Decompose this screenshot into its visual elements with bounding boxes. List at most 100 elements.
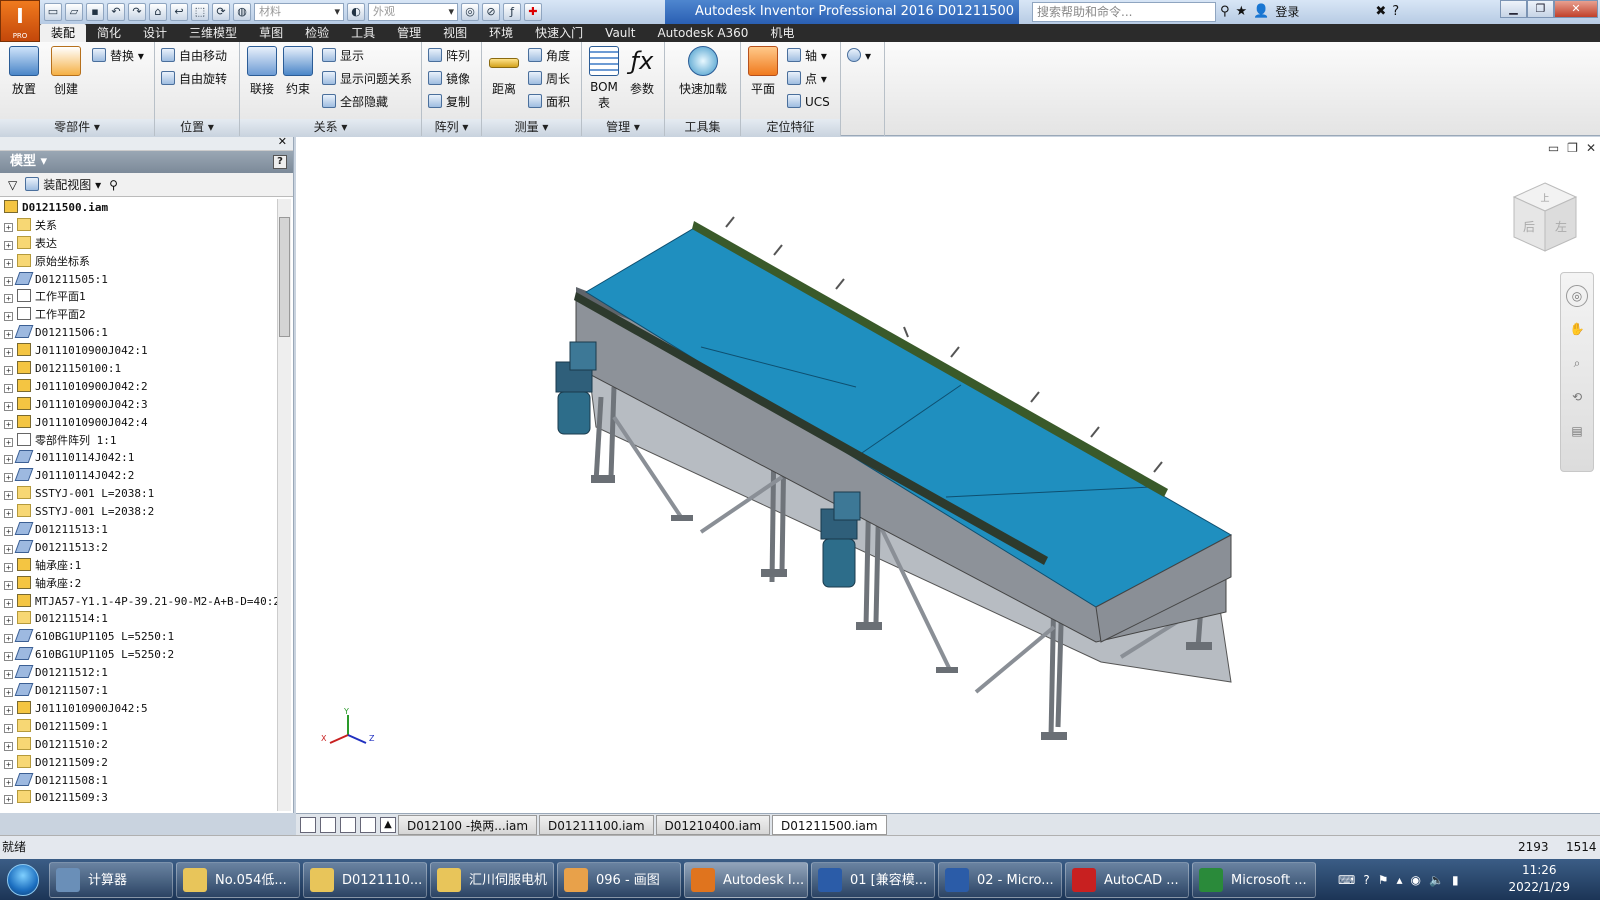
tree-node[interactable]: + J0111010900J042:5 xyxy=(0,700,278,718)
browser-close-icon[interactable]: ✕ xyxy=(278,135,287,148)
tree-node[interactable]: + J0111010900J042:4 xyxy=(0,414,278,432)
plane-button[interactable]: 平面 xyxy=(743,46,783,97)
expand-icon[interactable]: + xyxy=(4,509,13,519)
expand-icon[interactable]: + xyxy=(4,616,13,626)
join-button[interactable]: 联接 xyxy=(242,46,282,97)
show-hidden-icon[interactable]: ▴ xyxy=(1396,873,1402,887)
tree-node[interactable]: + D01211512:1 xyxy=(0,664,278,682)
app-menu-button[interactable]: I PRO xyxy=(0,0,40,42)
replace-button[interactable]: 替换 ▾ xyxy=(92,46,144,66)
binoculars-icon[interactable]: ⚲ xyxy=(1220,4,1230,19)
create-button[interactable]: 创建 xyxy=(46,46,86,97)
taskbar-item-8[interactable]: AutoCAD ... xyxy=(1065,861,1189,898)
show-problem-button[interactable]: 显示问题关系 xyxy=(322,69,412,89)
axis-button[interactable]: 轴 ▾ xyxy=(787,46,827,66)
expand-icon[interactable]: + xyxy=(4,312,13,322)
point-button[interactable]: 点 ▾ xyxy=(787,69,827,89)
expand-icon[interactable]: + xyxy=(4,759,13,769)
tab-5[interactable]: 检验 xyxy=(294,24,340,42)
taskbar-item-2[interactable]: D0121110... xyxy=(303,861,427,898)
exchange-icon[interactable]: ✖ xyxy=(1375,4,1386,19)
taskbar-item-1[interactable]: No.054低... xyxy=(176,861,300,898)
tab-12[interactable]: Autodesk A360 xyxy=(646,24,759,42)
taskbar-item-9[interactable]: Microsoft ... xyxy=(1192,861,1316,898)
expand-icon[interactable]: + xyxy=(4,276,13,286)
doc-tab-0[interactable]: D012100 -换两...iam xyxy=(398,814,538,835)
assembly-view-select[interactable]: 装配视图 ▾ xyxy=(25,176,101,193)
tree-node[interactable]: + D0121150100:1 xyxy=(0,360,278,378)
tab-0[interactable]: 装配 xyxy=(40,24,87,42)
help-search-input[interactable]: 搜索帮助和命令... xyxy=(1032,2,1216,22)
expand-icon[interactable]: + xyxy=(4,294,13,304)
tree-node[interactable]: + 轴承座:2 xyxy=(0,575,278,593)
tools-panel-label[interactable]: 工具集 xyxy=(665,119,740,136)
undo-icon[interactable]: ↶ xyxy=(107,3,125,21)
graphics-window[interactable]: ▭ ❐ ✕ 上 后 左 ◎ ✋ ⌕ ⟲ ▤ Y X Z xyxy=(296,137,1600,813)
volume-icon[interactable]: 🔈 xyxy=(1429,873,1444,887)
tree-node[interactable]: + J01110114J042:2 xyxy=(0,467,278,485)
tab-7[interactable]: 管理 xyxy=(386,24,432,42)
tree-node[interactable]: +610BG1UP1105 L=5250:2 xyxy=(0,646,278,664)
expand-icon[interactable]: + xyxy=(4,741,13,751)
tab-6[interactable]: 工具 xyxy=(340,24,386,42)
appearance-icon[interactable]: ◐ xyxy=(347,3,365,21)
view-cube[interactable]: 上 后 左 xyxy=(1510,179,1580,259)
expand-icon[interactable]: + xyxy=(4,473,13,483)
open-folder-icon[interactable]: ▱ xyxy=(65,3,83,21)
pan-icon[interactable]: ✋ xyxy=(1566,319,1588,341)
star-icon[interactable]: ★ xyxy=(1236,4,1248,19)
clock[interactable]: 11:26 2022/1/29 xyxy=(1508,862,1570,896)
taskbar-item-3[interactable]: 汇川伺服电机 xyxy=(430,861,554,898)
zoom-icon[interactable]: ⌕ xyxy=(1566,353,1588,375)
expand-icon[interactable]: + xyxy=(4,634,13,644)
tree-node[interactable]: + 轴承座:1 xyxy=(0,557,278,575)
expand-icon[interactable]: + xyxy=(4,580,13,590)
bom-button[interactable]: BOM 表 xyxy=(584,46,624,111)
start-button[interactable] xyxy=(0,859,46,900)
user-icon[interactable]: 👤 xyxy=(1253,4,1269,19)
browser-title[interactable]: 模型 ▾ ? xyxy=(0,151,293,173)
expand-icon[interactable]: + xyxy=(4,562,13,572)
copy-button[interactable]: 复制 xyxy=(428,92,470,112)
tree-node[interactable]: + D01211509:3 xyxy=(0,789,278,807)
place-button[interactable]: 放置 xyxy=(4,46,44,97)
params-button[interactable]: ƒx 参数 xyxy=(622,46,662,97)
browser-scrollbar[interactable] xyxy=(277,199,291,811)
loop-button[interactable]: 周长 xyxy=(528,69,570,89)
tree-node[interactable]: + J0111010900J042:3 xyxy=(0,396,278,414)
help-icon[interactable]: ? xyxy=(1392,4,1399,19)
expand-icon[interactable]: + xyxy=(4,419,13,429)
expand-icon[interactable]: + xyxy=(4,795,13,805)
scrollbar-thumb[interactable] xyxy=(279,217,290,337)
show-button[interactable]: 显示 xyxy=(322,46,364,66)
tree-node[interactable]: + D01211507:1 xyxy=(0,682,278,700)
fx-icon[interactable]: ƒ xyxy=(503,3,521,21)
taskbar-item-6[interactable]: 01 [兼容模... xyxy=(811,861,935,898)
taskbar-item-0[interactable]: 计算器 xyxy=(49,861,173,898)
tab-1[interactable]: 简化 xyxy=(86,24,132,42)
doc-tab-2[interactable]: D01210400.iam xyxy=(655,814,771,835)
tree-node[interactable]: + MTJA57-Y1.1-4P-39.21-90-M2-A+B-D=40:2 xyxy=(0,593,278,611)
tree-node[interactable]: + SSTYJ-001 L=2038:1 xyxy=(0,485,278,503)
update-icon[interactable]: ⟳ xyxy=(212,3,230,21)
expand-icon[interactable]: + xyxy=(4,222,13,232)
tree-root[interactable]: D01211500.iam xyxy=(0,199,278,217)
expand-icon[interactable]: + xyxy=(4,455,13,465)
tab-3[interactable]: 三维模型 xyxy=(178,24,248,42)
ucs-button[interactable]: UCS xyxy=(787,92,830,112)
expand-icon[interactable]: + xyxy=(4,705,13,715)
tree-node[interactable]: + D01211514:1 xyxy=(0,610,278,628)
free-rotate-button[interactable]: 自由旋转 xyxy=(161,69,227,89)
tree-node[interactable]: + D01211506:1 xyxy=(0,324,278,342)
expand-icon[interactable]: + xyxy=(4,437,13,447)
home-tab-icon[interactable]: ▲ xyxy=(380,816,396,833)
expand-icon[interactable]: + xyxy=(4,258,13,268)
expand-icon[interactable]: + xyxy=(4,544,13,554)
restore-icon[interactable]: ❐ xyxy=(1527,0,1554,18)
select-icon[interactable]: ⬚ xyxy=(191,3,209,21)
arrange-icon[interactable] xyxy=(340,816,356,833)
free-move-button[interactable]: 自由移动 xyxy=(161,46,227,66)
find-binoculars-icon[interactable]: ⚲ xyxy=(109,178,118,192)
help-tray-icon[interactable]: ? xyxy=(1363,873,1369,887)
taskbar-item-4[interactable]: 096 - 画图 xyxy=(557,861,681,898)
